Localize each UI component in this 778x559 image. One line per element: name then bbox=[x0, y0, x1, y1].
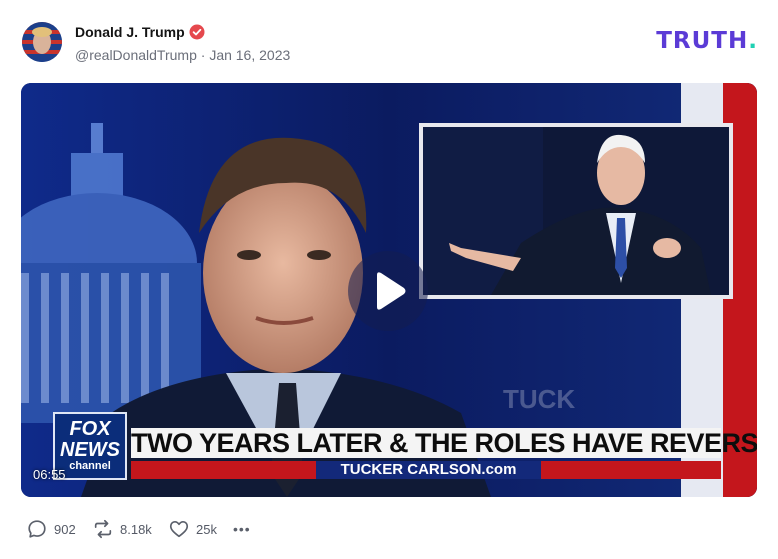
heart-icon bbox=[169, 521, 189, 538]
video-player[interactable]: TUCK TWO YEARS LATER & THE ROLES HAVE RE… bbox=[21, 83, 757, 497]
host-bar: TUCKER CARLSON.com bbox=[316, 461, 541, 479]
logo-text: TRUTH bbox=[656, 28, 749, 54]
network-logo-line2: NEWS bbox=[60, 439, 120, 461]
truth-logo[interactable]: TRUTH. bbox=[656, 28, 758, 54]
network-logo-line1: FOX bbox=[69, 418, 111, 440]
reply-count: 902 bbox=[54, 521, 76, 537]
like-count: 25k bbox=[196, 521, 217, 537]
separator: · bbox=[200, 47, 206, 63]
like-button[interactable]: 25k bbox=[168, 518, 217, 540]
logo-dot: . bbox=[748, 28, 758, 54]
more-options-icon: ••• bbox=[233, 521, 251, 537]
avatar[interactable] bbox=[22, 22, 62, 62]
handle-and-date: @realDonaldTrump · Jan 16, 2023 bbox=[75, 47, 290, 63]
play-icon bbox=[377, 272, 406, 310]
retruth-button[interactable]: 8.18k bbox=[92, 518, 152, 540]
author-handle[interactable]: @realDonaldTrump bbox=[75, 47, 197, 63]
more-options-button[interactable]: ••• bbox=[233, 518, 251, 540]
inset-picture bbox=[419, 123, 733, 299]
reply-icon bbox=[28, 520, 46, 538]
post-date[interactable]: Jan 16, 2023 bbox=[209, 47, 290, 63]
post-actions: 902 8.18k 25k ••• bbox=[0, 510, 778, 548]
retruth-icon bbox=[94, 519, 112, 539]
video-duration: 06:55 bbox=[33, 467, 66, 482]
headline-banner: TWO YEARS LATER & THE ROLES HAVE REVERSE… bbox=[131, 428, 757, 458]
author-name[interactable]: Donald J. Trump bbox=[75, 24, 185, 40]
reply-button[interactable]: 902 bbox=[26, 518, 76, 540]
retruth-count: 8.18k bbox=[120, 521, 152, 537]
post-header: Donald J. Trump @realDonaldTrump · Jan 1… bbox=[0, 0, 778, 80]
verified-badge-icon bbox=[189, 24, 205, 40]
play-button[interactable] bbox=[348, 251, 428, 331]
svg-text:TUCK: TUCK bbox=[503, 384, 575, 414]
